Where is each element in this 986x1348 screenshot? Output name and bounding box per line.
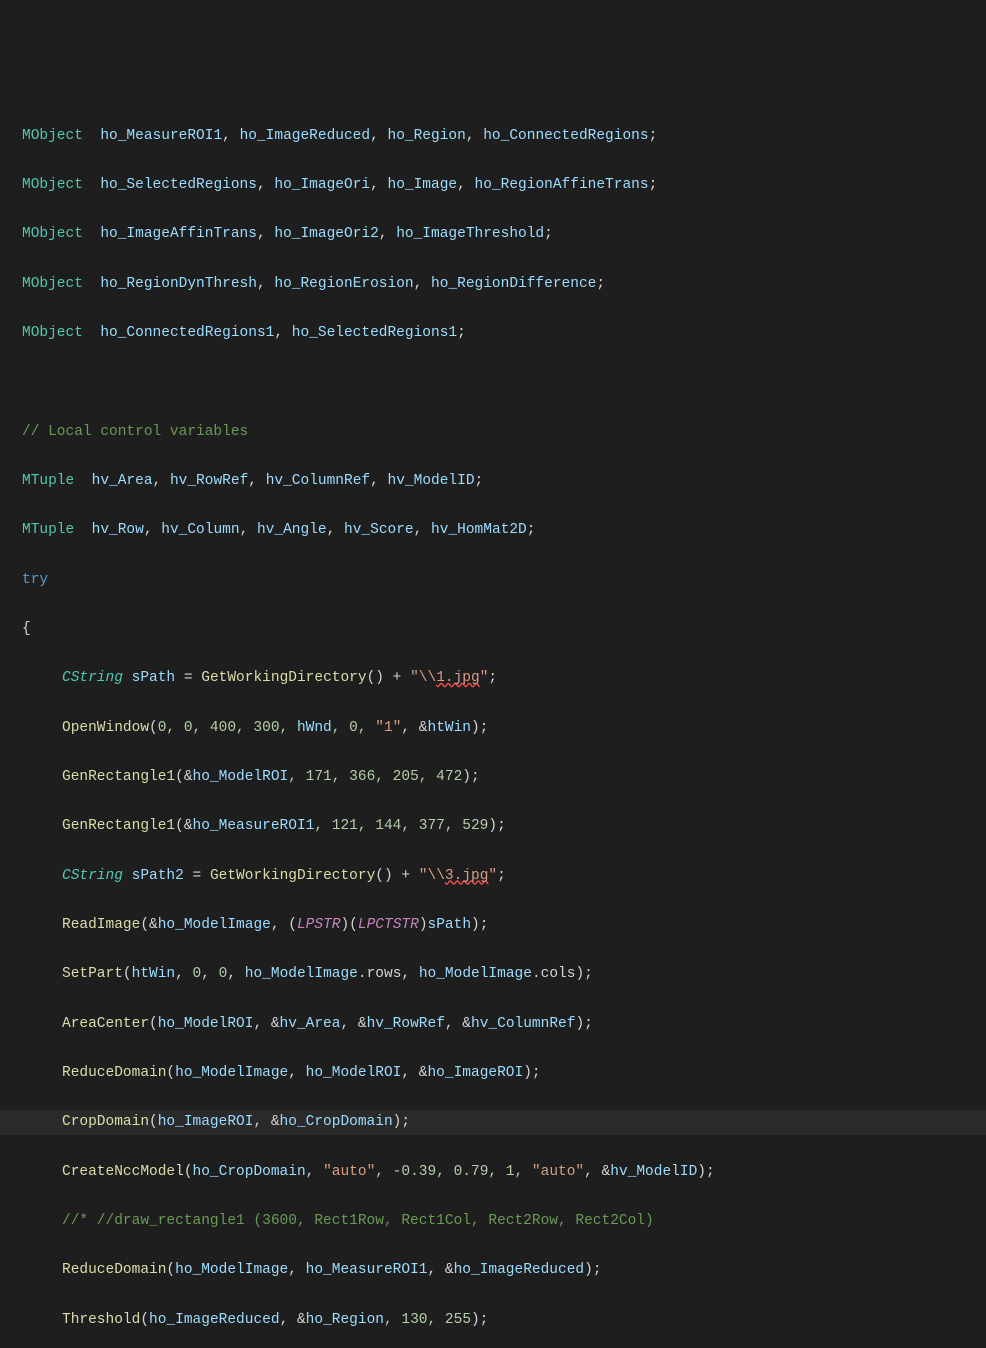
code-line: MObject ho_ConnectedRegions1, ho_Selecte… — [0, 321, 986, 346]
code-line: MObject ho_ImageAffinTrans, ho_ImageOri2… — [0, 222, 986, 247]
code-line: CString sPath = GetWorkingDirectory() + … — [0, 666, 986, 691]
code-line: AreaCenter(ho_ModelROI, &hv_Area, &hv_Ro… — [0, 1012, 986, 1037]
code-line: MTuple hv_Row, hv_Column, hv_Angle, hv_S… — [0, 518, 986, 543]
blank-line — [0, 370, 986, 395]
code-line: MTuple hv_Area, hv_RowRef, hv_ColumnRef,… — [0, 469, 986, 494]
code-line: CString sPath2 = GetWorkingDirectory() +… — [0, 864, 986, 889]
type-keyword: MObject — [22, 128, 83, 144]
code-line: ReduceDomain(ho_ModelImage, ho_MeasureRO… — [0, 1258, 986, 1283]
code-line: OpenWindow(0, 0, 400, 300, hWnd, 0, "1",… — [0, 716, 986, 741]
current-line: CropDomain(ho_ImageROI, &ho_CropDomain); — [0, 1110, 986, 1135]
code-line: ReadImage(&ho_ModelImage, (LPSTR)(LPCTST… — [0, 913, 986, 938]
code-line: MObject ho_MeasureROI1, ho_ImageReduced,… — [0, 124, 986, 149]
code-line: try — [0, 568, 986, 593]
code-line: MObject ho_SelectedRegions, ho_ImageOri,… — [0, 173, 986, 198]
code-line: GenRectangle1(&ho_ModelROI, 171, 366, 20… — [0, 765, 986, 790]
comment-line: // Local control variables — [0, 420, 986, 445]
comment-line: //* //draw_rectangle1 (3600, Rect1Row, R… — [0, 1209, 986, 1234]
code-line: CreateNccModel(ho_CropDomain, "auto", -0… — [0, 1160, 986, 1185]
code-line: GenRectangle1(&ho_MeasureROI1, 121, 144,… — [0, 814, 986, 839]
code-line: MObject ho_RegionDynThresh, ho_RegionEro… — [0, 272, 986, 297]
code-editor[interactable]: MObject ho_MeasureROI1, ho_ImageReduced,… — [0, 99, 986, 1348]
code-line: ReduceDomain(ho_ModelImage, ho_ModelROI,… — [0, 1061, 986, 1086]
code-line: Threshold(ho_ImageReduced, &ho_Region, 1… — [0, 1308, 986, 1333]
code-line: SetPart(htWin, 0, 0, ho_ModelImage.rows,… — [0, 962, 986, 987]
code-line: { — [0, 617, 986, 642]
